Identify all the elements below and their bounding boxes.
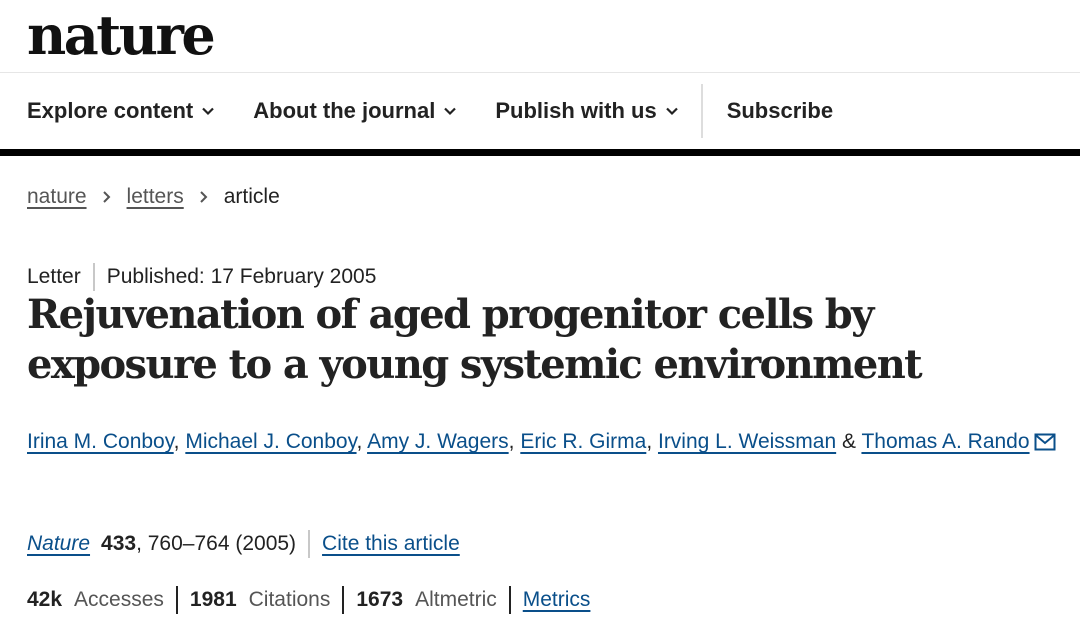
citations-value: 1981 xyxy=(189,588,237,611)
chevron-down-icon xyxy=(443,104,457,118)
metrics-divider xyxy=(342,586,345,614)
nav-divider xyxy=(700,84,703,138)
breadcrumb-home-link[interactable]: nature xyxy=(27,185,87,209)
citations-label: Citations xyxy=(248,588,331,611)
cite-this-article-link[interactable]: Cite this article xyxy=(322,532,460,556)
breadcrumb-section-link[interactable]: letters xyxy=(127,185,184,209)
nav-publish-label: Publish with us xyxy=(495,98,657,123)
main-nav: Explore content About the journal Publis… xyxy=(0,74,1080,148)
author-link[interactable]: Eric R. Girma xyxy=(520,430,646,453)
altmetric-label: Altmetric xyxy=(415,588,497,611)
published-date: Published: 17 February 2005 xyxy=(106,265,377,288)
chevron-right-icon xyxy=(101,190,113,204)
metrics-link[interactable]: Metrics xyxy=(523,588,591,612)
citation-divider xyxy=(308,530,311,558)
breadcrumb-current: article xyxy=(223,185,280,208)
author-link[interactable]: Michael J. Conboy xyxy=(185,430,356,453)
chevron-down-icon xyxy=(201,104,215,118)
header-divider xyxy=(0,72,1080,73)
pages-year: , 760–764 (2005) xyxy=(136,532,297,555)
article-meta: Letter Published: 17 February 2005 xyxy=(27,263,376,291)
metrics-divider xyxy=(175,586,178,614)
nav-explore-label: Explore content xyxy=(27,98,194,123)
nav-about-label: About the journal xyxy=(253,98,436,123)
chevron-right-icon xyxy=(198,190,210,204)
author-link[interactable]: Amy J. Wagers xyxy=(367,430,509,453)
nav-subscribe[interactable]: Subscribe xyxy=(727,98,833,124)
citation-line: Nature 433 , 760–764 (2005) Cite this ar… xyxy=(27,530,460,558)
volume: 433 xyxy=(101,532,137,555)
nature-logo[interactable]: nature xyxy=(27,2,216,68)
author-separator: , xyxy=(508,430,521,453)
author-link[interactable]: Irina M. Conboy xyxy=(27,430,174,453)
author-link[interactable]: Irving L. Weissman xyxy=(658,430,836,453)
nav-explore-content[interactable]: Explore content xyxy=(27,98,215,124)
nav-subscribe-label: Subscribe xyxy=(726,98,834,123)
author-separator: , xyxy=(173,430,186,453)
author-list: Irina M. Conboy, Michael J. Conboy, Amy … xyxy=(27,420,1067,467)
author-separator: , xyxy=(646,430,658,453)
author-and: & xyxy=(836,430,862,453)
accesses-label: Accesses xyxy=(74,588,164,611)
metrics-bar: 42k Accesses 1981 Citations 1673 Altmetr… xyxy=(27,586,590,614)
altmetric-value: 1673 xyxy=(356,588,404,611)
mail-icon[interactable] xyxy=(1034,423,1056,467)
chevron-down-icon xyxy=(665,104,679,118)
article-title: Rejuvenation of aged progenitor cells by… xyxy=(27,291,923,388)
journal-link[interactable]: Nature xyxy=(27,532,90,556)
nav-publish-with-us[interactable]: Publish with us xyxy=(495,98,678,124)
nav-about-journal[interactable]: About the journal xyxy=(253,98,457,124)
author-separator: , xyxy=(356,430,368,453)
accesses-value: 42k xyxy=(27,588,63,611)
author-link-corresponding[interactable]: Thomas A. Rando xyxy=(861,430,1029,453)
article-type: Letter xyxy=(27,265,81,288)
metrics-divider xyxy=(508,586,511,614)
breadcrumb: nature letters article xyxy=(27,185,280,209)
header-thick-rule xyxy=(0,149,1080,156)
meta-divider xyxy=(92,263,95,291)
